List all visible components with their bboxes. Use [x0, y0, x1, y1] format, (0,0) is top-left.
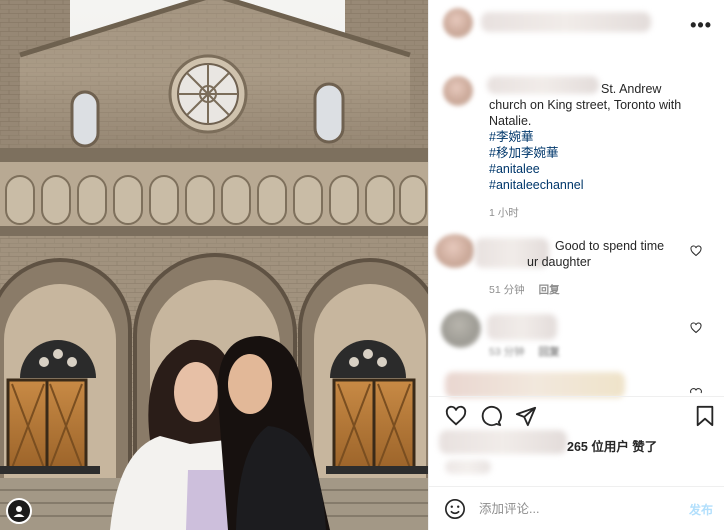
hashtag-link[interactable]: #anitaleechannel: [489, 177, 721, 193]
comment-text-blurred: [445, 372, 625, 398]
bookmark-icon[interactable]: [695, 405, 715, 427]
heart-icon[interactable]: [445, 405, 467, 427]
caption-text-start: St. Andrew: [601, 82, 662, 96]
add-comment-bar: 发布: [429, 486, 724, 530]
post-side-panel: ••• St. Andrew church on King street, To…: [428, 0, 724, 530]
hashtag-link[interactable]: #anitalee: [489, 161, 721, 177]
post-timestamp-blurred[interactable]: [445, 460, 491, 474]
comment-bubble-icon[interactable]: [480, 405, 502, 427]
author-avatar[interactable]: [443, 8, 473, 38]
comment-timestamp[interactable]: 53 分钟: [489, 344, 525, 359]
caption-timestamp[interactable]: 1 小时: [489, 205, 721, 221]
comment-text-blurred: [487, 314, 557, 340]
liker-avatars-blurred[interactable]: [439, 430, 567, 454]
user-tags-icon[interactable]: [6, 498, 32, 524]
commenter-avatar[interactable]: [435, 234, 475, 268]
reply-button[interactable]: 回复: [539, 282, 560, 297]
comment-meta: 51 分钟 回复: [489, 282, 560, 297]
comment-like-heart-icon[interactable]: [690, 245, 702, 257]
post-caption: St. Andrew church on King street, Toront…: [489, 81, 721, 221]
author-username-blurred[interactable]: [481, 12, 651, 32]
caption-text-rest: church on King street, Toronto with Nata…: [489, 98, 682, 128]
likes-count[interactable]: 265 位用户 赞了: [567, 436, 657, 455]
smiley-icon[interactable]: [444, 498, 466, 520]
comment-like-heart-icon[interactable]: [690, 322, 702, 334]
reply-button[interactable]: 回复: [539, 344, 560, 359]
post-comment-button[interactable]: 发布: [689, 501, 713, 518]
caption-avatar[interactable]: [443, 76, 473, 106]
comment-input[interactable]: [479, 500, 669, 518]
hashtag-link[interactable]: #移加李婉華: [489, 145, 721, 161]
paper-plane-icon[interactable]: [515, 405, 537, 427]
comment-like-heart-icon[interactable]: [690, 386, 702, 394]
church-photo-illustration: [0, 0, 428, 530]
comment-timestamp[interactable]: 51 分钟: [489, 282, 525, 297]
comment-text-line1: Good to spend time: [555, 239, 665, 253]
commenter-avatar[interactable]: [441, 310, 481, 348]
more-options-icon[interactable]: •••: [690, 15, 712, 36]
hashtag-link[interactable]: #李婉華: [489, 129, 721, 145]
comment-text-line2: ur daughter: [527, 255, 591, 269]
post-photo[interactable]: [0, 0, 428, 530]
comment-meta: 53 分钟 回复: [489, 344, 560, 359]
